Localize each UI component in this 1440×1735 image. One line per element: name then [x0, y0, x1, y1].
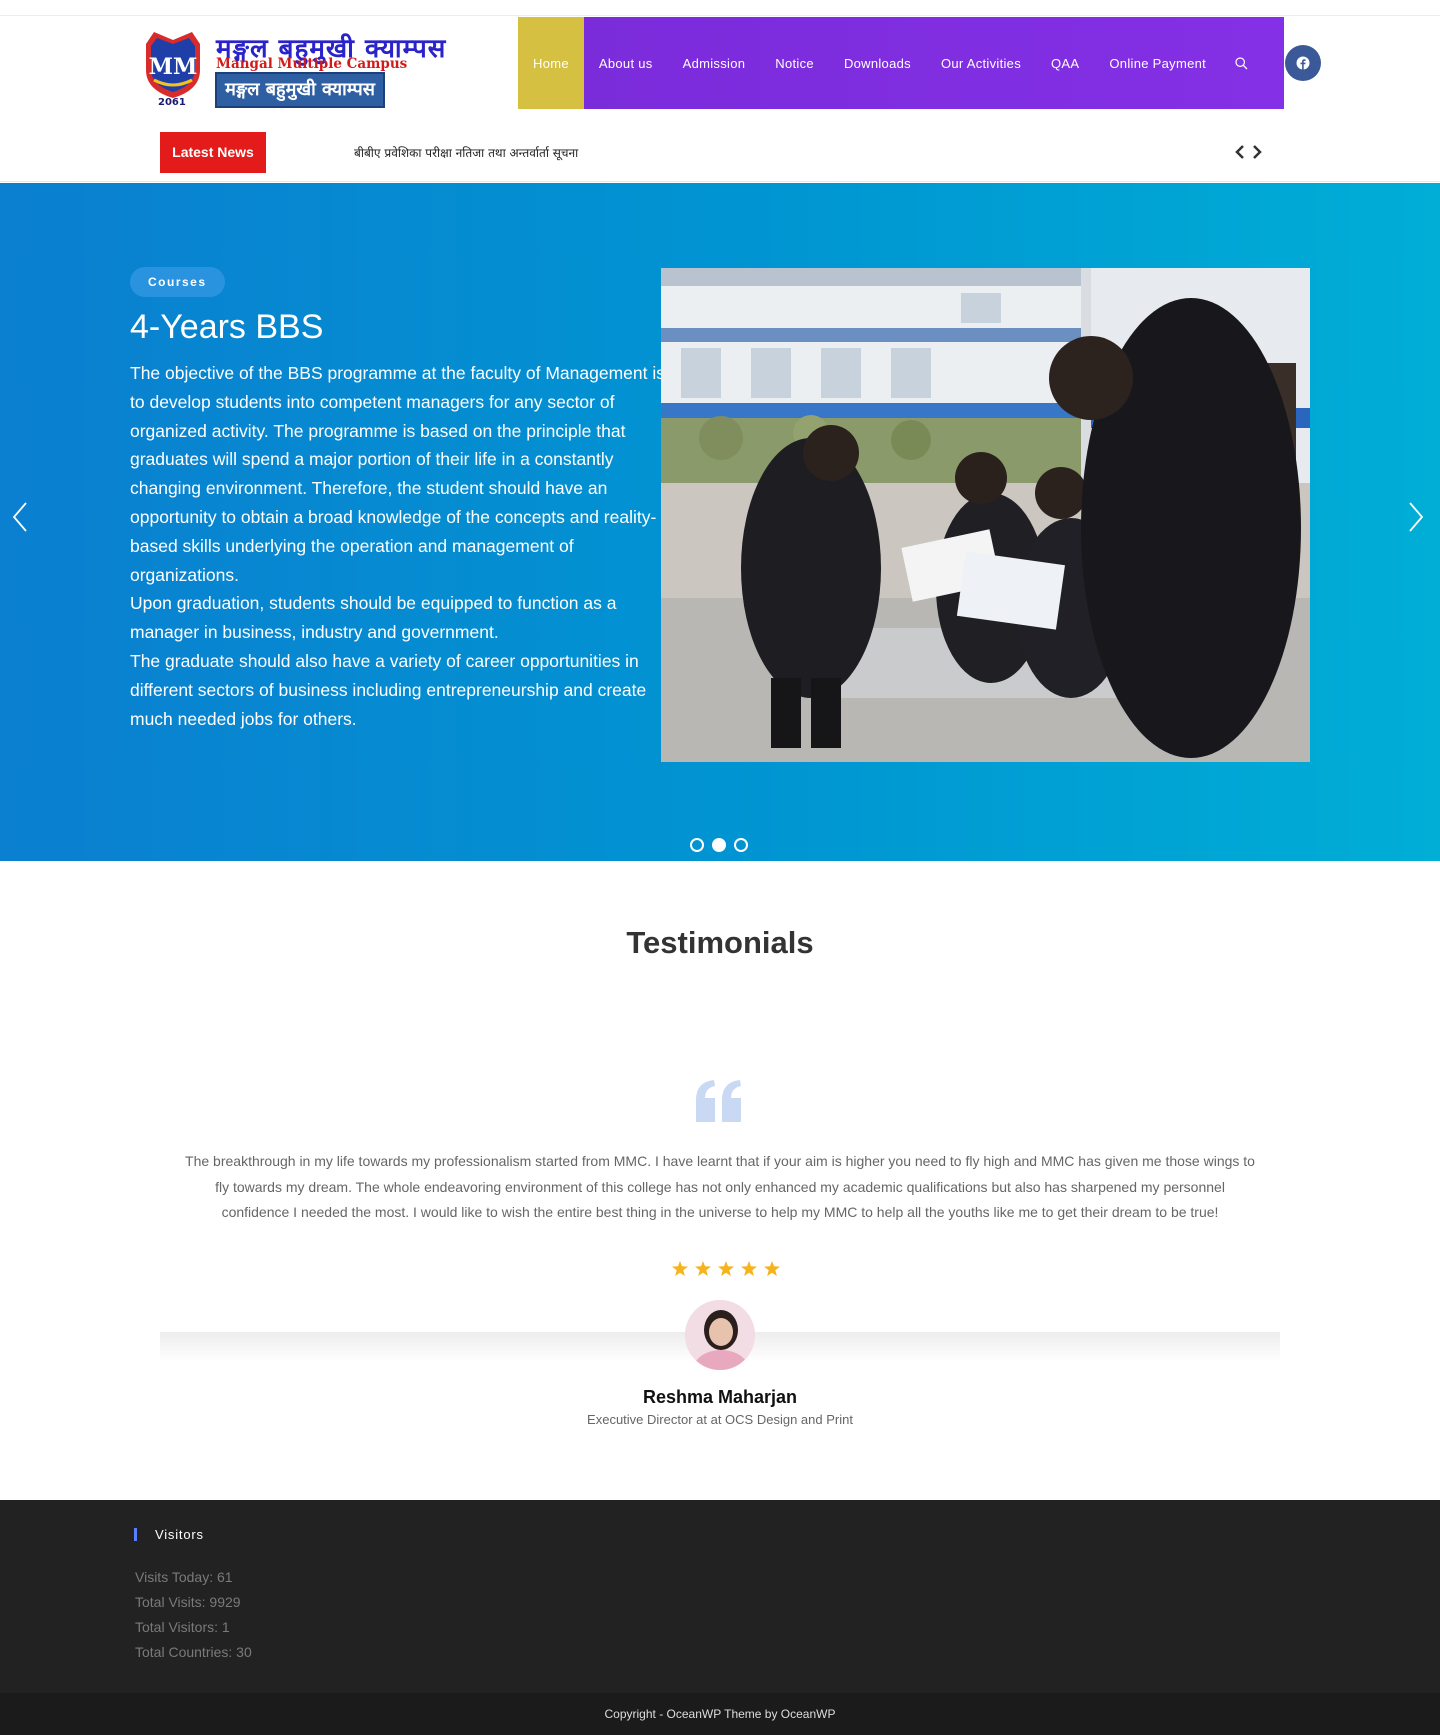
copyright-bar: Copyright - OceanWP Theme by OceanWP — [0, 1693, 1440, 1735]
top-strip — [0, 0, 1440, 16]
star-icon — [695, 1261, 711, 1276]
news-ticker-item[interactable]: बीबीए प्रवेशिका परीक्षा नतिजा तथा अन्तर्… — [354, 144, 578, 161]
nav-item-notice[interactable]: Notice — [760, 17, 829, 109]
facebook-button[interactable] — [1285, 45, 1321, 81]
avatar-image — [685, 1300, 755, 1370]
visitor-stats: Visits Today: 61 Total Visits: 9929 Tota… — [135, 1565, 252, 1665]
testimonials-heading: Testimonials — [626, 925, 814, 960]
slider-prev-button[interactable] — [10, 501, 30, 538]
rating-stars — [672, 1261, 780, 1276]
total-visits: Total Visits: 9929 — [135, 1594, 241, 1610]
visitors-widget-title: Visitors — [134, 1528, 204, 1541]
star-icon — [741, 1261, 757, 1276]
chevron-right-icon — [1409, 502, 1424, 532]
svg-text:MM: MM — [149, 54, 198, 80]
students-photo-image — [661, 268, 1310, 762]
total-countries: Total Countries: 30 — [135, 1644, 252, 1660]
search-icon — [1235, 56, 1248, 69]
testimonial-author-role: Executive Director at at OCS Design and … — [587, 1412, 853, 1427]
latest-news-bar: Latest News बीबीए प्रवेशिका परीक्षा नतिज… — [0, 122, 1440, 182]
avatar — [685, 1300, 755, 1370]
nav-item-about-us[interactable]: About us — [584, 17, 668, 109]
course-category-badge: Courses — [130, 267, 225, 297]
students-photo — [661, 268, 1310, 762]
chevron-left-icon[interactable] — [1235, 144, 1245, 159]
nav-item-downloads[interactable]: Downloads — [829, 17, 926, 109]
latest-news-label: Latest News — [160, 132, 266, 173]
star-icon — [672, 1261, 688, 1276]
testimonial-quote: The breakthrough in my life towards my p… — [185, 1153, 1255, 1220]
slider-dot-3[interactable] — [734, 838, 748, 852]
nav-item-admission[interactable]: Admission — [668, 17, 761, 109]
nav-item-qaa[interactable]: QAA — [1036, 17, 1094, 109]
visits-today: Visits Today: 61 — [135, 1569, 233, 1585]
slide-paragraph: The objective of the BBS programme at th… — [130, 363, 665, 585]
testimonial-author-name: Reshma Maharjan — [642, 1387, 798, 1407]
star-icon — [764, 1261, 780, 1276]
nav-item-our-activities[interactable]: Our Activities — [926, 17, 1036, 109]
search-button[interactable] — [1221, 17, 1258, 109]
news-nav-arrows — [1235, 140, 1262, 163]
nav-item-online-payment[interactable]: Online Payment — [1094, 17, 1221, 109]
slider-next-button[interactable] — [1406, 501, 1426, 538]
logo-year: 2061 — [158, 97, 186, 108]
slider-dot-1[interactable] — [690, 838, 704, 852]
site-logo[interactable]: MM 2061 मङ्गल बहुमुखी क्याम्पस Mangal Mu… — [140, 29, 445, 111]
nav-item-home[interactable]: Home — [518, 17, 584, 109]
total-visitors: Total Visitors: 1 — [135, 1619, 230, 1635]
chevron-left-icon — [12, 502, 27, 532]
star-icon — [718, 1261, 734, 1276]
chevron-right-icon[interactable] — [1252, 144, 1262, 159]
slide-paragraph: Upon graduation, students should be equi… — [130, 593, 617, 643]
facebook-icon — [1296, 56, 1310, 70]
main-navigation: Home About us Admission Notice Downloads… — [518, 17, 1284, 109]
slider-dot-2-active[interactable] — [712, 838, 726, 852]
slide-description: The objective of the BBS programme at th… — [130, 359, 670, 733]
logo-english-title: Mangal Multiple Campus — [216, 56, 408, 72]
slide-title: 4-Years BBS — [130, 308, 324, 346]
hero-slider: Courses 4-Years BBS The objective of the… — [0, 183, 1440, 861]
logo-nepali-banner: मङ्गल बहुमुखी क्याम्पस — [215, 72, 385, 108]
slider-pagination — [690, 838, 748, 852]
campus-emblem-icon: MM — [146, 32, 200, 98]
quote-icon — [696, 1080, 741, 1122]
site-footer: Visitors Visits Today: 61 Total Visits: … — [0, 1500, 1440, 1693]
slide-paragraph: The graduate should also have a variety … — [130, 650, 647, 729]
